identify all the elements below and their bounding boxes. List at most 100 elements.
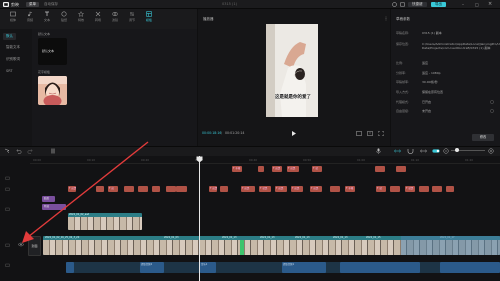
audio-clip[interactable]: 提取音频2 [140,262,164,273]
text-clip[interactable] [176,186,187,192]
audio-clip[interactable] [66,262,74,273]
text-clip[interactable] [419,186,429,192]
track-eye-icon[interactable] [18,242,24,247]
zoom-in-icon[interactable] [488,148,494,154]
audio-clip[interactable] [440,262,500,273]
tool-template[interactable]: 模板 [142,11,156,28]
text-clip[interactable]: T 这 [108,186,118,192]
maximize-icon[interactable]: □ [475,2,479,7]
shortcut-button[interactable]: 快捷键 [408,2,427,7]
link-icon[interactable] [420,148,427,154]
green-segment [240,240,244,255]
magnet-icon[interactable] [407,148,414,154]
text-clip[interactable]: T 这是 [275,186,287,192]
tool-adjust[interactable]: 调节 [125,11,139,28]
video-clip-label: 2022_01_13 [260,236,275,239]
text-clip[interactable]: T 这是 [241,186,255,192]
sticker-clip[interactable]: 贴纸 [42,196,55,202]
portrait-thumb-image [38,76,67,105]
link-main-track-icon[interactable] [394,148,401,154]
text-clip[interactable]: T 就是 [405,186,415,192]
tool-effect[interactable]: 特效 [74,11,88,28]
fullscreen-icon[interactable] [378,131,384,136]
split-icon[interactable] [50,148,56,154]
select-tool-icon[interactable] [4,148,10,154]
text-clip[interactable] [390,186,400,192]
text-clip[interactable] [152,186,160,192]
text-clip[interactable] [138,186,148,192]
audio-clip[interactable] [340,262,420,273]
tool-transition[interactable]: 转场 [91,11,105,28]
player-menu-icon[interactable] [384,16,388,21]
track-lock-icon[interactable] [5,262,10,267]
time-current: 00:00:18:16 [202,131,222,135]
tool-audio[interactable]: 音频 [23,11,37,28]
zoom-out-icon[interactable] [443,148,449,154]
default-text-thumb[interactable]: 默认文本 [38,38,67,65]
overlay-video-clip[interactable]: 2022_01_02_aad [68,213,142,230]
text-clip[interactable]: T 这是 [291,186,303,192]
layer-help-icon[interactable] [490,109,494,113]
video-clip-label: 2022_01_15 [366,236,381,239]
preview-axis-icon[interactable] [432,148,440,154]
text-clip[interactable] [258,166,264,172]
original-icon[interactable] [367,131,373,136]
microphone-icon[interactable] [376,148,381,154]
playhead[interactable] [199,156,200,281]
side-item-default[interactable]: 默认 [3,33,16,40]
undo-icon[interactable] [16,148,22,154]
text-clip[interactable]: T 字幕 [345,186,355,192]
flower-text-thumb[interactable] [38,76,67,105]
tool-media[interactable]: 媒体 [6,11,20,28]
text-clip[interactable]: T 这是 [287,166,299,172]
text-clip[interactable] [124,186,134,192]
minimize-icon[interactable]: – [462,2,464,7]
text-clip[interactable] [375,166,385,172]
layout-icon[interactable] [400,2,405,7]
audio-clip[interactable]: 提取音频1 [282,262,326,273]
tool-filter[interactable]: 滤镜 [108,11,122,28]
track-lock-icon[interactable] [5,175,10,180]
audio-clip[interactable]: 音乐1 [200,262,216,273]
side-item-srt[interactable]: SRT [3,68,16,74]
tool-sticker[interactable]: 贴纸 [57,11,71,28]
text-clip[interactable]: T 就 [376,186,386,192]
text-clip[interactable] [166,186,176,192]
side-item-lyrics[interactable]: 识别歌词 [3,56,23,63]
menu-button[interactable]: 菜单 [26,2,39,7]
track-lock-icon[interactable] [5,206,10,211]
text-clip[interactable] [396,166,406,172]
time-ruler[interactable] [30,156,500,164]
zoom-slider-handle[interactable] [455,148,459,152]
side-item-smart-text[interactable]: 智能文本 [3,44,23,51]
track-lock-icon[interactable] [5,242,10,247]
text-clip[interactable]: T 这是 [209,186,217,192]
ratio-icon[interactable] [356,131,362,136]
text-clip[interactable]: T 这是 [310,186,322,192]
effect-clip[interactable]: 特效 [42,204,66,210]
text-clip[interactable] [446,186,454,192]
cover-button[interactable]: 封面 [28,236,41,256]
track-lock-icon[interactable] [5,186,10,191]
proxy-help-icon[interactable] [490,100,494,104]
tool-text[interactable]: 文本 [40,11,54,28]
text-clip[interactable]: T 这是 [272,166,282,172]
app-name: 剪映 [11,2,19,7]
export-button[interactable]: 导出 [431,2,446,7]
text-clip[interactable]: T 就是 [259,186,271,192]
modify-button[interactable]: 修改 [472,134,494,141]
text-clip[interactable] [96,186,104,192]
info-icon[interactable] [392,2,397,7]
tool-bar: 媒体 音频 文本 贴纸 特效 转场 滤镜 调节 模板 [0,9,197,29]
play-icon[interactable] [292,131,296,136]
text-clip[interactable] [432,186,442,192]
close-icon[interactable]: × [488,1,492,7]
text-clip[interactable] [330,186,340,192]
text-clip[interactable]: T 字幕 [232,166,242,172]
playhead-handle-icon[interactable] [196,156,203,163]
text-clip[interactable]: T 这是 [68,186,76,192]
redo-icon[interactable] [27,148,33,154]
text-clip[interactable]: T 就 [312,166,322,172]
kv-key-resolution: 分辨率: [396,71,407,75]
text-clip[interactable] [220,186,228,192]
